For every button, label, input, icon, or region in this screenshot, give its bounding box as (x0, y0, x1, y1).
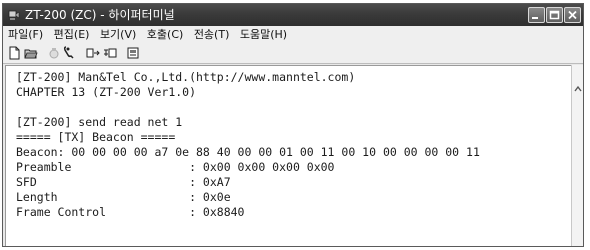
terminal-line: SFD : 0xA7 (16, 175, 231, 189)
menu-bar: 파일(F) 편집(E) 보기(V) 호출(C) 전송(T) 도움말(H) (3, 26, 583, 43)
title-bar[interactable]: ZT-200 (ZC) - 하이퍼터미널 (3, 4, 583, 26)
terminal-line: Preamble : 0x00 0x00 0x00 0x00 (16, 160, 335, 174)
properties-icon[interactable] (126, 46, 140, 60)
open-icon[interactable] (24, 46, 38, 60)
terminal-line: Beacon: 00 00 00 00 a7 0e 88 40 00 00 01… (16, 145, 480, 159)
menu-edit[interactable]: 편집(E) (52, 26, 92, 43)
hyperterminal-icon (8, 10, 20, 20)
hangup-icon[interactable] (62, 46, 76, 60)
menu-file[interactable]: 파일(F) (6, 26, 45, 43)
menu-call[interactable]: 호출(C) (145, 26, 186, 43)
vertical-scrollbar[interactable] (571, 65, 583, 246)
maximize-icon (549, 10, 560, 20)
terminal-line: Length : 0x0e (16, 190, 231, 204)
terminal-line: ===== [TX] Beacon ===== (16, 130, 176, 144)
receive-icon[interactable] (103, 46, 117, 60)
toolbar (3, 43, 583, 64)
close-button[interactable] (564, 7, 581, 23)
terminal-line: [ZT-200] Man&Tel Co.,Ltd.(http://www.man… (16, 70, 356, 84)
terminal-line: Frame Control : 0x8840 (16, 205, 245, 219)
maximize-button[interactable] (546, 7, 563, 23)
terminal-line: CHAPTER 13 (ZT-200 Ver1.0) (16, 85, 197, 99)
minimize-button[interactable] (528, 7, 545, 23)
terminal-line: [ZT-200] send read net 1 (16, 115, 183, 129)
window-title: ZT-200 (ZC) - 하이퍼터미널 (25, 8, 175, 22)
menu-view[interactable]: 보기(V) (98, 26, 138, 43)
new-icon[interactable] (7, 46, 21, 60)
menu-help[interactable]: 도움말(H) (238, 26, 289, 43)
hyperterminal-window: ZT-200 (ZC) - 하이퍼터미널 파일(F) 편집(E) 보기(V) 호… (2, 3, 584, 247)
menu-transfer[interactable]: 전송(T) (192, 26, 232, 43)
close-icon (568, 10, 577, 20)
terminal-output[interactable]: [ZT-200] Man&Tel Co.,Ltd.(http://www.man… (5, 65, 571, 246)
minimize-icon (532, 17, 538, 19)
scroll-up-icon[interactable] (573, 85, 583, 93)
terminal-lines: [ZT-200] Man&Tel Co.,Ltd.(http://www.man… (16, 70, 480, 220)
disconnect-icon[interactable] (47, 46, 61, 60)
send-icon[interactable] (86, 46, 100, 60)
